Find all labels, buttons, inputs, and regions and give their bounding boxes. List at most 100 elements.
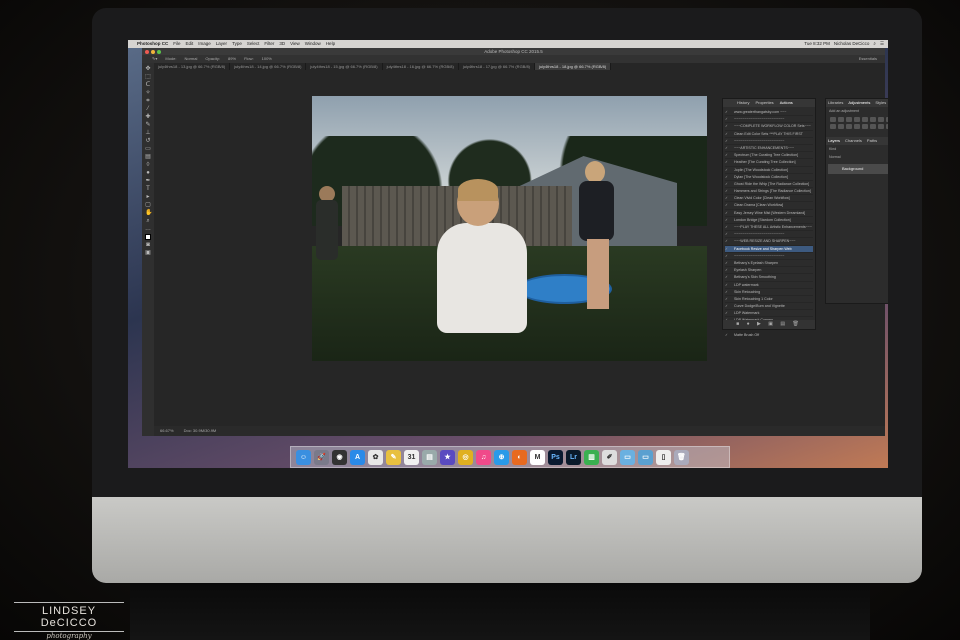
action-row[interactable]: ✓ LDP Watermark [725,310,813,318]
action-row[interactable]: ✓ ~~~~~~~~~~~~~~~~~~~~~~~~ [725,253,813,260]
history-brush-tool-icon[interactable]: ↺ [145,138,151,144]
foreground-color-swatch[interactable] [145,234,151,240]
selective-color-icon[interactable] [886,124,888,129]
action-toggle-icon[interactable]: ✓ [725,267,731,273]
launchpad-icon[interactable]: 🚀 [314,449,329,465]
blur-tool-icon[interactable]: ◊ [145,162,151,168]
marquee-tool-icon[interactable]: ⬚ [145,74,151,80]
invert-icon[interactable] [854,124,860,129]
action-toggle-icon[interactable]: ✓ [725,138,731,144]
photos-icon[interactable]: ✿ [368,449,383,465]
vibrance-icon[interactable] [862,117,868,122]
photo-filter-icon[interactable] [830,124,836,129]
action-toggle-icon[interactable]: ✓ [725,217,731,223]
tab-paths[interactable]: Paths [867,137,877,145]
bw-icon[interactable] [886,117,888,122]
threshold-icon[interactable] [870,124,876,129]
menu-type[interactable]: Type [232,40,242,48]
mail-icon[interactable]: M [530,449,545,465]
channel-mixer-icon[interactable] [838,124,844,129]
action-row[interactable]: ✓ Bethany's Eyelash Sharpen [725,260,813,268]
healing-tool-icon[interactable]: ✚ [145,114,151,120]
preview-icon[interactable]: ▤ [422,449,437,465]
action-row[interactable]: ✓ Heather [The Curating Tree Collection] [725,159,813,167]
menubar-clock[interactable]: Tue 8:32 PM [804,40,830,48]
action-toggle-icon[interactable]: ✓ [725,152,731,158]
imovie-icon[interactable]: ★ [440,449,455,465]
gradient-map-icon[interactable] [878,124,884,129]
action-row[interactable]: ✓ www.greaterthangatsby.com ~~~ [725,109,813,117]
dodge-tool-icon[interactable]: ● [145,170,151,176]
tab-adjustments[interactable]: Adjustments [848,99,870,107]
action-toggle-icon[interactable]: ✓ [725,159,731,165]
action-row[interactable]: ✓ ~~~WEB RESIZE AND SHARPEN~~~ [725,238,813,246]
numbers-icon[interactable]: ▥ [584,449,599,465]
action-toggle-icon[interactable]: ✓ [725,188,731,194]
crop-tool-icon[interactable]: ⌗ [145,98,151,104]
brush-tool-icon[interactable]: ✎ [145,122,151,128]
action-toggle-icon[interactable]: ✓ [725,210,731,216]
itunes-icon[interactable]: ♫ [476,449,491,465]
menu-layer[interactable]: Layer [216,40,227,48]
document-icon[interactable]: ▯ [656,449,671,465]
action-toggle-icon[interactable]: ✓ [725,246,731,252]
action-toggle-icon[interactable]: ✓ [725,289,731,295]
action-toggle-icon[interactable]: ✓ [725,174,731,180]
color-lookup-icon[interactable] [846,124,852,129]
action-toggle-icon[interactable]: ✓ [725,181,731,187]
action-toggle-icon[interactable]: ✓ [725,303,731,309]
action-row[interactable]: ✓ Bethany's Skin Smoothing [725,274,813,282]
action-row[interactable]: ✓ Spectrum [The Curating Tree Collection] [725,152,813,160]
menu-file[interactable]: File [173,40,180,48]
action-toggle-icon[interactable]: ✓ [725,123,731,129]
color-balance-icon[interactable] [878,117,884,122]
action-row[interactable]: ✓ Skin Retouching 1 Color [725,296,813,304]
action-row[interactable]: ✓ Clean Vivid Color [Clean Workflow] [725,195,813,203]
document-tab[interactable]: july4thrs18 - 14.jpg @ 66.7% (RGB/8) [230,63,307,70]
action-row[interactable]: ✓ ~~~~~~~~~~~~~~~~~~~~~~~~ [725,138,813,145]
action-toggle-icon[interactable]: ✓ [725,231,731,237]
action-toggle-icon[interactable]: ✓ [725,260,731,266]
menu-edit[interactable]: Edit [186,40,194,48]
action-row[interactable]: ✓ Eyelash Sharpen [725,267,813,275]
shape-tool-icon[interactable]: ▢ [145,202,151,208]
tab-properties[interactable]: Properties [755,99,773,107]
action-row[interactable]: ✓ Skin Retouching [725,289,813,296]
flow-field[interactable]: 100% [262,55,272,63]
action-toggle-icon[interactable]: ✓ [725,332,731,338]
action-toggle-icon[interactable]: ✓ [725,202,731,208]
firefox-icon[interactable]: ◐ [512,449,527,465]
action-row[interactable]: ✓ Joplin [The Woodstock Collection] [725,167,813,174]
action-row[interactable]: ✓ Dylan [The Woodstock Collection] [725,174,813,181]
clone-stamp-tool-icon[interactable]: ⊥ [145,130,151,136]
action-toggle-icon[interactable]: ✓ [725,131,731,137]
action-toggle-icon[interactable]: ✓ [725,274,731,280]
path-select-tool-icon[interactable]: ▸ [145,194,151,200]
document-tab[interactable]: july4thrs18 - 17.jpg @ 66.7% (RGB/8) [459,63,536,70]
folder-icon[interactable]: ▭ [620,449,635,465]
photoshop-icon[interactable]: Ps [548,449,563,465]
action-toggle-icon[interactable]: ✓ [725,310,731,316]
action-row[interactable]: ✓ Easy Jersey Wine Mist [Western Dreamlan… [725,210,813,217]
screen-mode-icon[interactable]: ▣ [145,250,151,256]
app-store-icon[interactable]: A [350,449,365,465]
textedit-icon[interactable]: ✐ [602,449,617,465]
notes-icon[interactable]: ✎ [386,449,401,465]
more-tools-icon[interactable]: … [145,226,151,232]
action-toggle-icon[interactable]: ✓ [725,167,731,173]
layer-kind-filter[interactable]: Kind [826,145,888,153]
document-tab[interactable]: july4thrs18 - 16.jpg @ 66.7% (RGB/8) [383,63,459,70]
menu-select[interactable]: Select [247,40,260,48]
action-row[interactable]: ✓ Hammers and Strings [The Radiance Colle… [725,188,813,196]
tab-history[interactable]: History [737,99,749,107]
dashboard-icon[interactable]: ◉ [332,449,347,465]
menu-image[interactable]: Image [198,40,211,48]
action-toggle-icon[interactable]: ✓ [725,195,731,201]
pen-tool-icon[interactable]: ✒ [145,178,151,184]
menu-app-name[interactable]: Photoshop CC [137,40,168,48]
menu-help[interactable]: Help [326,40,335,48]
mode-select[interactable]: Normal [184,55,197,63]
action-toggle-icon[interactable]: ✓ [725,116,731,122]
menu-view[interactable]: View [290,40,300,48]
action-row[interactable]: ✓ Curve Dodge/Burn and Vignette [725,303,813,311]
